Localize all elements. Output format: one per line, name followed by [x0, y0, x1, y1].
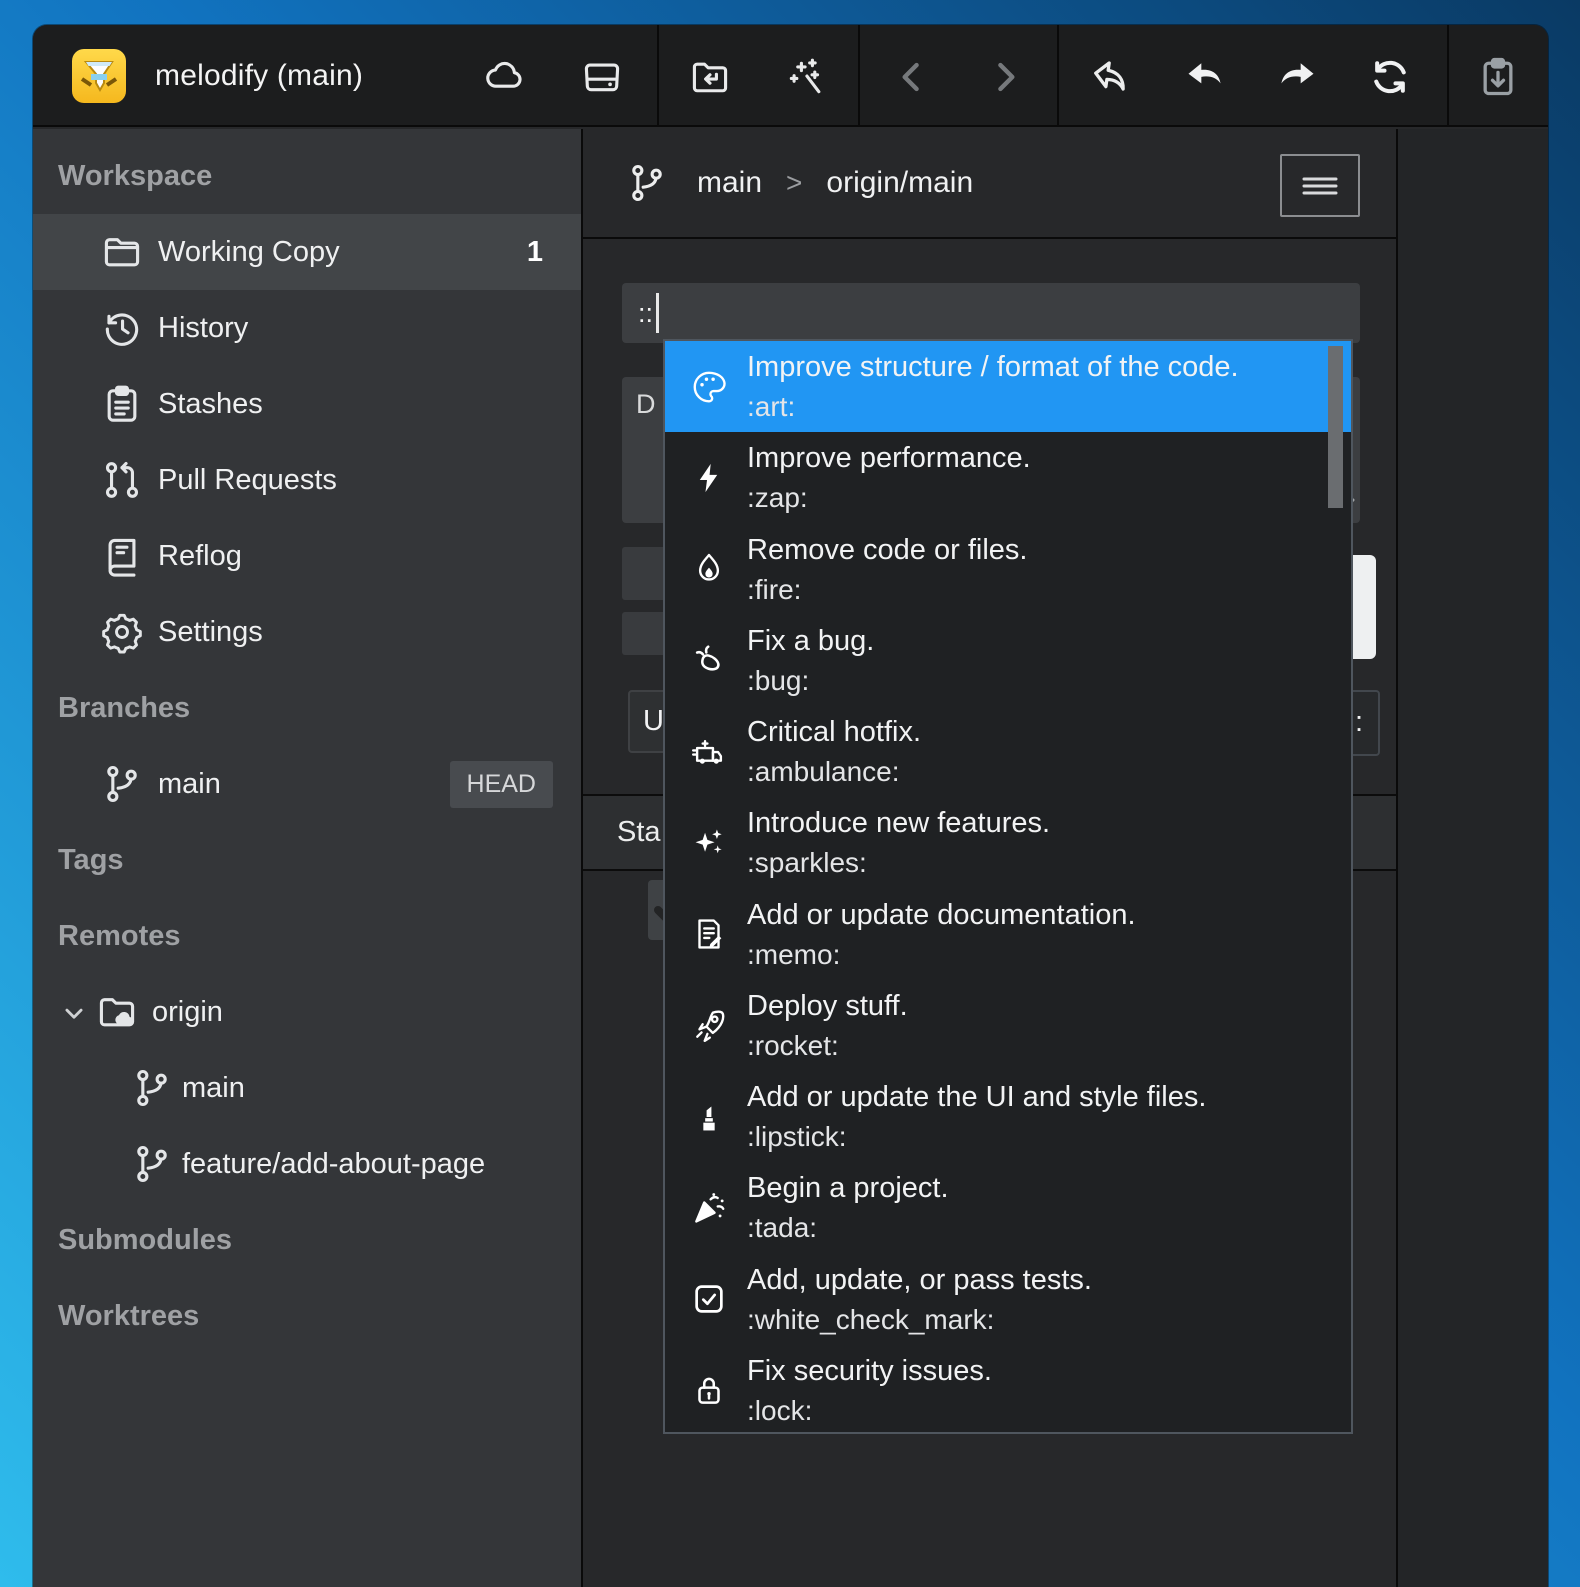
branch-header-bar: main > origin/main	[583, 129, 1396, 239]
breadcrumb-separator: >	[786, 167, 802, 199]
pull-request-icon	[100, 458, 144, 502]
ambulance-icon	[689, 732, 729, 772]
working-copy-count: 1	[527, 236, 543, 269]
sync-icon[interactable]	[1367, 54, 1413, 100]
git-branch-icon	[130, 1142, 174, 1186]
gitmoji-suggestion-popup: Improve structure / format of the code.:…	[663, 339, 1353, 1434]
check-box-icon	[689, 1279, 729, 1319]
sidebar-section-branches[interactable]: Branches	[33, 670, 581, 746]
open-repo-return-icon[interactable]	[687, 54, 733, 100]
sidebar-item-pull-requests[interactable]: Pull Requests	[33, 442, 581, 518]
suggestion-item-lock[interactable]: Fix security issues.:lock:	[665, 1345, 1351, 1434]
suggestion-item-bug[interactable]: Fix a bug.:bug:	[665, 615, 1351, 706]
window-title: melodify (main)	[155, 25, 363, 127]
app-icon	[72, 49, 126, 103]
head-badge: HEAD	[450, 761, 553, 808]
memo-icon	[689, 914, 729, 954]
main-panel: main > origin/main :: D	[583, 129, 1398, 1587]
sidebar: Workspace Working Copy 1	[33, 129, 583, 1587]
bug-icon	[689, 640, 729, 680]
breadcrumb-branch[interactable]: main	[697, 166, 762, 200]
forward-icon[interactable]	[982, 54, 1028, 100]
sidebar-item-branch-main[interactable]: main HEAD	[33, 746, 581, 822]
sidebar-item-stashes[interactable]: Stashes	[33, 366, 581, 442]
gear-icon	[100, 610, 144, 654]
popup-scrollbar-thumb[interactable]	[1328, 346, 1343, 508]
app-window: melodify (main)	[33, 25, 1548, 1587]
right-panel	[1398, 129, 1548, 1587]
commit-summary-value: ::	[638, 298, 653, 329]
text-caret	[656, 293, 659, 333]
fire-icon	[689, 549, 729, 589]
suggestion-item-tada[interactable]: Begin a project.:tada:	[665, 1162, 1351, 1253]
sidebar-section-tags[interactable]: Tags	[33, 822, 581, 898]
suggestion-item-rocket[interactable]: Deploy stuff.:rocket:	[665, 980, 1351, 1071]
lock-icon	[689, 1370, 729, 1410]
party-popper-icon	[689, 1188, 729, 1228]
sidebar-item-working-copy[interactable]: Working Copy 1	[33, 214, 581, 290]
git-branch-icon	[130, 1066, 174, 1110]
stash-clipboard-icon	[100, 382, 144, 426]
sidebar-section-remotes[interactable]: Remotes	[33, 898, 581, 974]
redo-icon[interactable]	[1274, 54, 1320, 100]
sparkles-icon	[689, 823, 729, 863]
suggestion-item-memo[interactable]: Add or update documentation.:memo:	[665, 889, 1351, 980]
sidebar-item-origin-feature-add-about-page[interactable]: feature/add-about-page	[33, 1126, 581, 1202]
sidebar-item-origin-main[interactable]: main	[33, 1050, 581, 1126]
title-bar: melodify (main)	[33, 25, 1548, 127]
lightning-icon	[689, 458, 729, 498]
suggestion-item-lipstick[interactable]: Add or update the UI and style files.:li…	[665, 1071, 1351, 1162]
share-arrow-icon[interactable]	[1087, 54, 1133, 100]
undo-icon[interactable]	[1182, 54, 1228, 100]
remote-cloud-folder-icon	[95, 990, 139, 1034]
hamburger-menu-button[interactable]	[1280, 154, 1360, 217]
folder-icon	[100, 230, 144, 274]
breadcrumb-upstream[interactable]: origin/main	[826, 166, 973, 200]
clipboard-download-icon[interactable]	[1475, 54, 1521, 100]
chevron-down-icon[interactable]	[57, 996, 91, 1030]
sidebar-section-submodules[interactable]: Submodules	[33, 1202, 581, 1278]
sidebar-item-remote-origin[interactable]: origin	[33, 974, 581, 1050]
back-icon[interactable]	[889, 54, 935, 100]
suggestion-item-fire[interactable]: Remove code or files.:fire:	[665, 524, 1351, 615]
git-branch-icon	[100, 762, 144, 806]
sidebar-section-workspace[interactable]: Workspace	[33, 138, 581, 214]
cloud-icon[interactable]	[482, 54, 528, 100]
sidebar-item-history[interactable]: History	[33, 290, 581, 366]
suggestion-item-sparkles[interactable]: Introduce new features.:sparkles:	[665, 797, 1351, 888]
sidebar-section-worktrees[interactable]: Worktrees	[33, 1278, 581, 1354]
sidebar-item-reflog[interactable]: Reflog	[33, 518, 581, 594]
suggestion-item-ambulance[interactable]: Critical hotfix.:ambulance:	[665, 706, 1351, 797]
git-branch-icon	[625, 161, 669, 205]
description-fragment: D	[636, 389, 656, 419]
sidebar-item-settings[interactable]: Settings	[33, 594, 581, 670]
commit-summary-input[interactable]: ::	[622, 283, 1360, 343]
rocket-icon	[689, 1005, 729, 1045]
palette-icon	[689, 367, 729, 407]
book-icon	[100, 534, 144, 578]
suggestion-item-white-check-mark[interactable]: Add, update, or pass tests.:white_check_…	[665, 1254, 1351, 1345]
hard-drive-icon[interactable]	[579, 54, 625, 100]
lipstick-icon	[689, 1097, 729, 1137]
history-icon	[100, 306, 144, 350]
magic-wand-icon[interactable]	[783, 54, 829, 100]
suggestion-item-art[interactable]: Improve structure / format of the code.:…	[665, 341, 1351, 432]
suggestion-item-zap[interactable]: Improve performance.:zap:	[665, 432, 1351, 523]
